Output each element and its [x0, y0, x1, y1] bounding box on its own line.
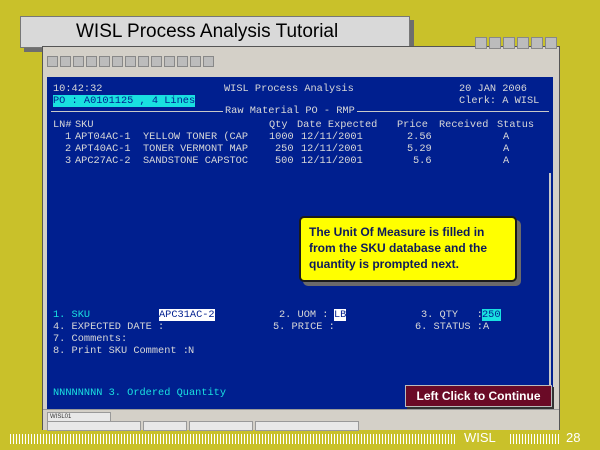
row-qty: 250	[275, 143, 294, 155]
row-status: A	[503, 155, 510, 167]
uom-input[interactable]: LB	[334, 309, 347, 321]
row-date: 12/11/2001	[301, 155, 363, 167]
open-icon[interactable]	[60, 56, 71, 67]
callout-note: The Unit Of Measure is filled in from th…	[299, 216, 517, 282]
cut-icon[interactable]	[99, 56, 110, 67]
save-icon[interactable]	[73, 56, 84, 67]
col-date-expected: Date Expected	[297, 119, 378, 131]
field-price-label: 5. PRICE :	[273, 321, 335, 333]
sku-input[interactable]: APC31AC-2	[159, 309, 215, 321]
field-expected-date-label: 4. EXPECTED DATE :	[53, 321, 165, 333]
window-icon[interactable]	[517, 37, 529, 49]
slide-title: WISL Process Analysis Tutorial	[20, 16, 410, 48]
field-comments-label: 7. Comments:	[53, 333, 128, 345]
qty-input[interactable]: 250	[482, 309, 501, 321]
row-qty: 500	[275, 155, 294, 167]
col-sku: SKU	[75, 119, 94, 131]
copy-icon[interactable]	[112, 56, 123, 67]
paste-icon[interactable]	[125, 56, 136, 67]
row-date: 12/11/2001	[301, 143, 363, 155]
row-desc: TONER VERMONT MAP	[143, 143, 249, 155]
field-uom-label: 2. UOM :	[279, 309, 329, 321]
help-icon[interactable]	[203, 56, 214, 67]
prompt-line: NNNNNNNN 3. Ordered Quantity	[53, 387, 227, 399]
print-comment-value[interactable]: N	[188, 345, 194, 357]
field-qty-label: 3. QTY :	[421, 309, 483, 321]
field-sku-label-text: 1. SKU	[53, 309, 91, 321]
terminal-screen[interactable]: 10:42:32 WISL Process Analysis 20 JAN 20…	[47, 77, 553, 409]
row-qty: 1000	[269, 131, 294, 143]
decorative-bars	[510, 434, 560, 444]
row-status: A	[503, 143, 510, 155]
decorative-bars	[10, 434, 456, 444]
time: 10:42:32	[53, 83, 103, 95]
row-status: A	[503, 131, 510, 143]
row-sku: APC27AC-2	[75, 155, 131, 167]
zoom-icon[interactable]	[475, 37, 487, 49]
col-price: Price	[397, 119, 428, 131]
continue-button[interactable]: Left Click to Continue	[405, 385, 552, 407]
terminal-window: 10:42:32 WISL Process Analysis 20 JAN 20…	[42, 37, 560, 431]
scroll-indicator	[549, 173, 551, 409]
field-status-label: 6. STATUS :	[415, 321, 483, 333]
row-ln: 2	[65, 143, 72, 155]
po-info: PO : A0101125 , 4 Lines	[53, 95, 196, 107]
col-status: Status	[497, 119, 535, 131]
toolbar	[43, 37, 559, 67]
macro-icon[interactable]	[190, 56, 201, 67]
col-received: Received	[439, 119, 489, 131]
connect-icon[interactable]	[164, 56, 175, 67]
row-date: 12/11/2001	[301, 131, 363, 143]
col-qty: Qty	[269, 119, 288, 131]
page-number: 28	[566, 430, 581, 445]
field-sku-label: 1. SKU	[53, 309, 90, 321]
color-icon[interactable]	[503, 37, 515, 49]
disconnect-icon[interactable]	[177, 56, 188, 67]
row-desc: SANDSTONE CAPSTOC	[143, 155, 249, 167]
info-icon[interactable]	[545, 37, 557, 49]
find-icon[interactable]	[138, 56, 149, 67]
footer-brand: WISL	[464, 430, 496, 445]
font-icon[interactable]	[489, 37, 501, 49]
row-price: 2.56	[407, 131, 432, 143]
row-ln: 3	[65, 155, 72, 167]
print-icon[interactable]	[86, 56, 97, 67]
row-price: 5.29	[407, 143, 432, 155]
settings-icon[interactable]	[151, 56, 162, 67]
slide-footer: WISL 28	[0, 425, 600, 450]
date: 20 JAN 2006	[459, 83, 527, 95]
row-sku: APT40AC-1	[75, 143, 131, 155]
row-ln: 1	[65, 131, 72, 143]
clerk: Clerk: A WISL	[459, 95, 540, 107]
row-desc: YELLOW TONER (CAP	[143, 131, 249, 143]
new-icon[interactable]	[47, 56, 58, 67]
field-print-comment-label: 8. Print SKU Comment :	[53, 345, 189, 357]
tools-icon[interactable]	[531, 37, 543, 49]
row-price: 5.6	[413, 155, 432, 167]
app-title: WISL Process Analysis	[224, 83, 354, 95]
row-sku: APT04AC-1	[75, 131, 131, 143]
status-value[interactable]: A	[483, 321, 489, 333]
col-ln: LN#	[53, 119, 72, 131]
section-title: Raw Material PO - RMP	[223, 105, 357, 117]
